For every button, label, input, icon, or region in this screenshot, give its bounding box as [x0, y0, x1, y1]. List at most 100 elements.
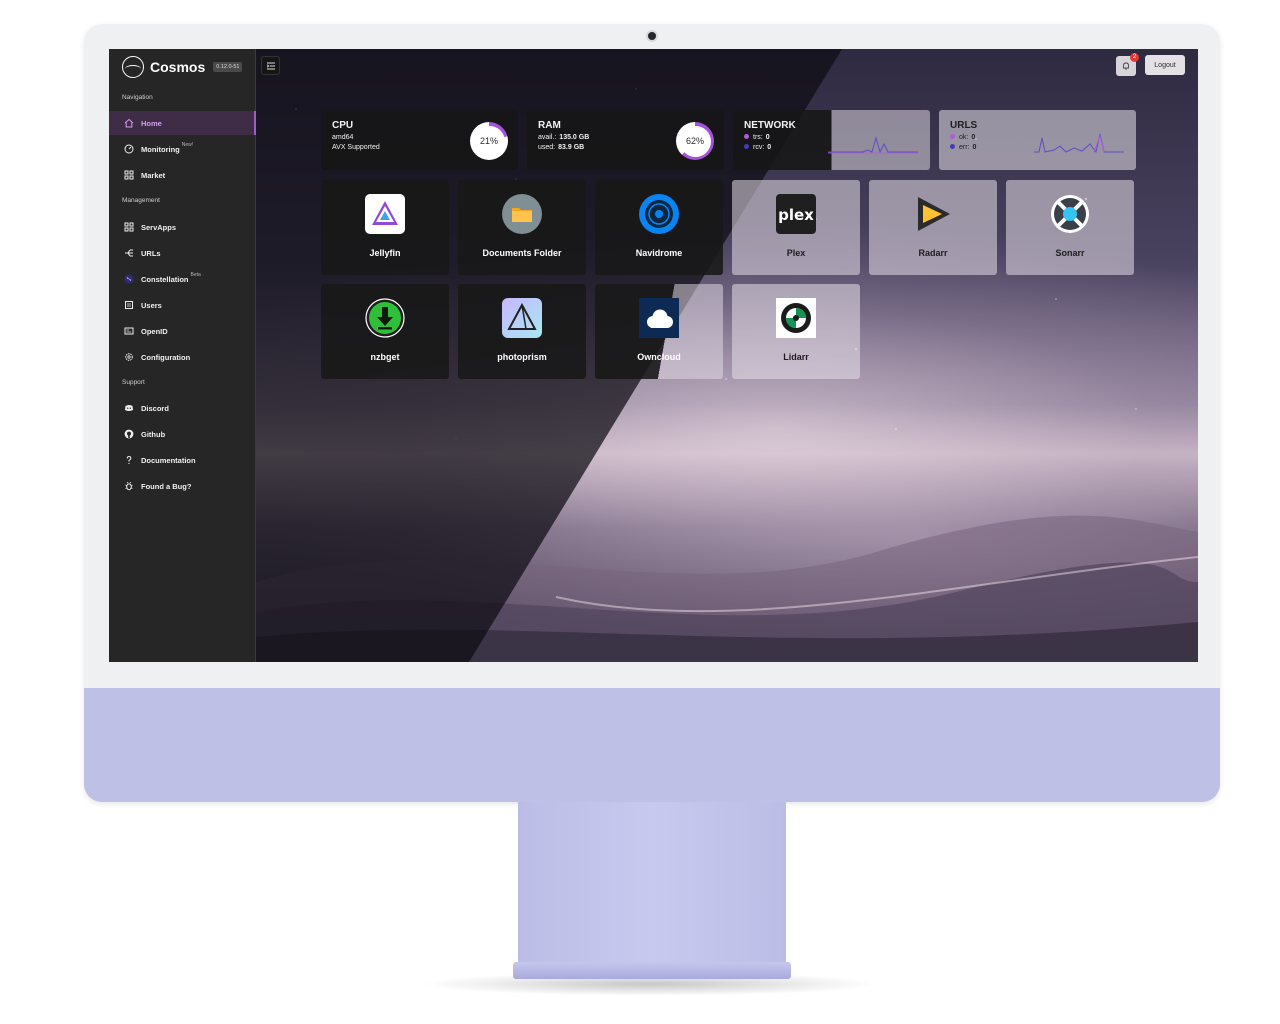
cpu-percent: 21% — [473, 125, 505, 157]
route-icon — [124, 248, 134, 258]
github-icon — [124, 429, 134, 439]
app-tile-lidarr[interactable]: Lidarr — [732, 284, 860, 379]
section-label-management: Management — [122, 197, 160, 204]
section-label-navigation: Navigation — [122, 94, 153, 101]
folder-icon — [502, 194, 542, 234]
sidebar-item-github[interactable]: Github — [109, 422, 256, 446]
cosmos-logo-icon — [122, 56, 144, 78]
sidebar-item-label: OpenID — [141, 326, 168, 336]
sidebar-item-label: Github — [141, 429, 166, 439]
dunes-graphic — [256, 515, 1198, 662]
camera-icon — [648, 32, 656, 40]
app-name: Sonarr — [1055, 248, 1085, 258]
app-name: photoprism — [497, 352, 547, 362]
monitor-stand-base — [513, 962, 791, 979]
app-tile-jellyfin[interactable]: Jellyfin — [321, 180, 449, 275]
sidebar-item-label: ServApps — [141, 222, 177, 232]
ram-gauge: 62% — [676, 122, 714, 160]
radarr-icon — [913, 194, 953, 234]
app-tile-radarr[interactable]: Radarr — [869, 180, 997, 275]
sidebar-item-label: URLs — [141, 248, 161, 258]
owncloud-icon — [639, 298, 679, 338]
notifications-button[interactable]: 2 — [1116, 53, 1139, 76]
home-icon — [124, 118, 134, 128]
sidebar-item-documentation[interactable]: Documentation — [109, 448, 256, 472]
bug-icon — [124, 481, 134, 491]
err-legend-dot — [950, 144, 955, 149]
urls-ok-value: 0 — [971, 134, 976, 141]
app-name: Cosmos — [150, 59, 206, 75]
grid-icon — [124, 170, 134, 180]
app-name: Owncloud — [637, 352, 681, 362]
sidebar-item-home[interactable]: Home — [109, 111, 256, 135]
sidebar-item-monitoring[interactable]: Monitoring New! — [109, 137, 256, 161]
app-tile-owncloud[interactable]: Owncloud — [595, 284, 723, 379]
photoprism-icon — [502, 298, 542, 338]
section-label-support: Support — [122, 379, 145, 386]
sidebar-item-servapps[interactable]: ServApps — [109, 215, 256, 239]
app-name: Plex — [786, 248, 806, 258]
sidebar: Cosmos 0.12.0-51 Navigation Home Monitor… — [109, 49, 256, 662]
menu-toggle-button[interactable] — [261, 56, 280, 75]
sidebar-item-configuration[interactable]: Configuration — [109, 345, 256, 369]
ram-stat-card: RAM avail.: 135.0 GB used: 83.9 GB 62% — [527, 110, 724, 170]
app-name: nzbget — [370, 352, 400, 362]
monitor-stand — [518, 802, 786, 972]
logout-button[interactable]: Logout — [1145, 55, 1185, 75]
bell-icon — [1123, 62, 1129, 70]
sidebar-item-label: Market — [141, 170, 166, 180]
urls-sparkline — [1034, 133, 1124, 154]
sidebar-item-label: Discord — [141, 403, 169, 413]
sidebar-item-label: Configuration — [141, 352, 191, 362]
receive-legend-dot — [744, 144, 749, 149]
users-icon — [124, 300, 134, 310]
app-tile-navidrome[interactable]: Navidrome — [595, 180, 723, 275]
cpu-gauge: 21% — [470, 122, 508, 160]
brand[interactable]: Cosmos 0.12.0-51 — [122, 55, 243, 79]
sidebar-item-openid[interactable]: OpenID — [109, 319, 256, 343]
nzbget-icon — [365, 298, 405, 338]
sidebar-item-label: Documentation — [141, 455, 196, 465]
constellation-icon — [124, 274, 134, 284]
jellyfin-icon — [365, 194, 405, 234]
beta-badge: Beta — [190, 272, 201, 278]
discord-icon — [124, 403, 134, 413]
network-receive-value: 0 — [767, 144, 772, 151]
sidebar-item-users[interactable]: Users — [109, 293, 256, 317]
network-sparkline — [828, 136, 918, 154]
plex-icon: plex — [776, 194, 816, 234]
app-tile-nzbget[interactable]: nzbget — [321, 284, 449, 379]
ram-available-value: 135.0 GB — [559, 134, 590, 141]
sidebar-item-label: Users — [141, 300, 162, 310]
app-name: Jellyfin — [369, 248, 401, 258]
sidebar-item-found-a-bug[interactable]: Found a Bug? — [109, 474, 256, 498]
transmit-legend-dot — [744, 134, 749, 139]
ram-percent: 62% — [679, 125, 711, 157]
gear-icon — [124, 352, 134, 362]
sidebar-item-discord[interactable]: Discord — [109, 396, 256, 420]
network-stat-card: NETWORK trs: 0 rcv: 0 — [733, 110, 930, 170]
app-tile-plex[interactable]: plex Plex — [732, 180, 860, 275]
dashboard-gauge-icon — [124, 144, 134, 154]
navidrome-icon — [639, 194, 679, 234]
app-tile-photoprism[interactable]: photoprism — [458, 284, 586, 379]
menu-fold-icon — [266, 62, 275, 69]
ram-used-value: 83.9 GB — [558, 144, 585, 151]
sidebar-item-label: Monitoring — [141, 144, 180, 154]
sidebar-item-constellation[interactable]: Constellation Beta — [109, 267, 256, 291]
sidebar-item-label: Constellation — [141, 274, 189, 284]
cpu-stat-card: CPU amd64 AVX Supported 21% — [321, 110, 518, 170]
app-tile-sonarr[interactable]: Sonarr — [1006, 180, 1134, 275]
app-tile-documents-folder[interactable]: Documents Folder — [458, 180, 586, 275]
ram-used-label: used: — [538, 144, 556, 151]
app-name: Documents Folder — [482, 248, 562, 258]
network-receive-label: rcv: — [753, 144, 765, 151]
sidebar-item-market[interactable]: Market — [109, 163, 256, 187]
ram-available-label: avail.: — [538, 134, 557, 141]
urls-stat-card: URLS ok: 0 err: 0 — [939, 110, 1136, 170]
plex-icon-text: plex — [778, 206, 814, 224]
stage: Cosmos 0.12.0-51 Navigation Home Monitor… — [0, 0, 1280, 1024]
sidebar-item-urls[interactable]: URLs — [109, 241, 256, 265]
app-name: Lidarr — [783, 352, 809, 362]
network-transmit-value: 0 — [765, 134, 770, 141]
